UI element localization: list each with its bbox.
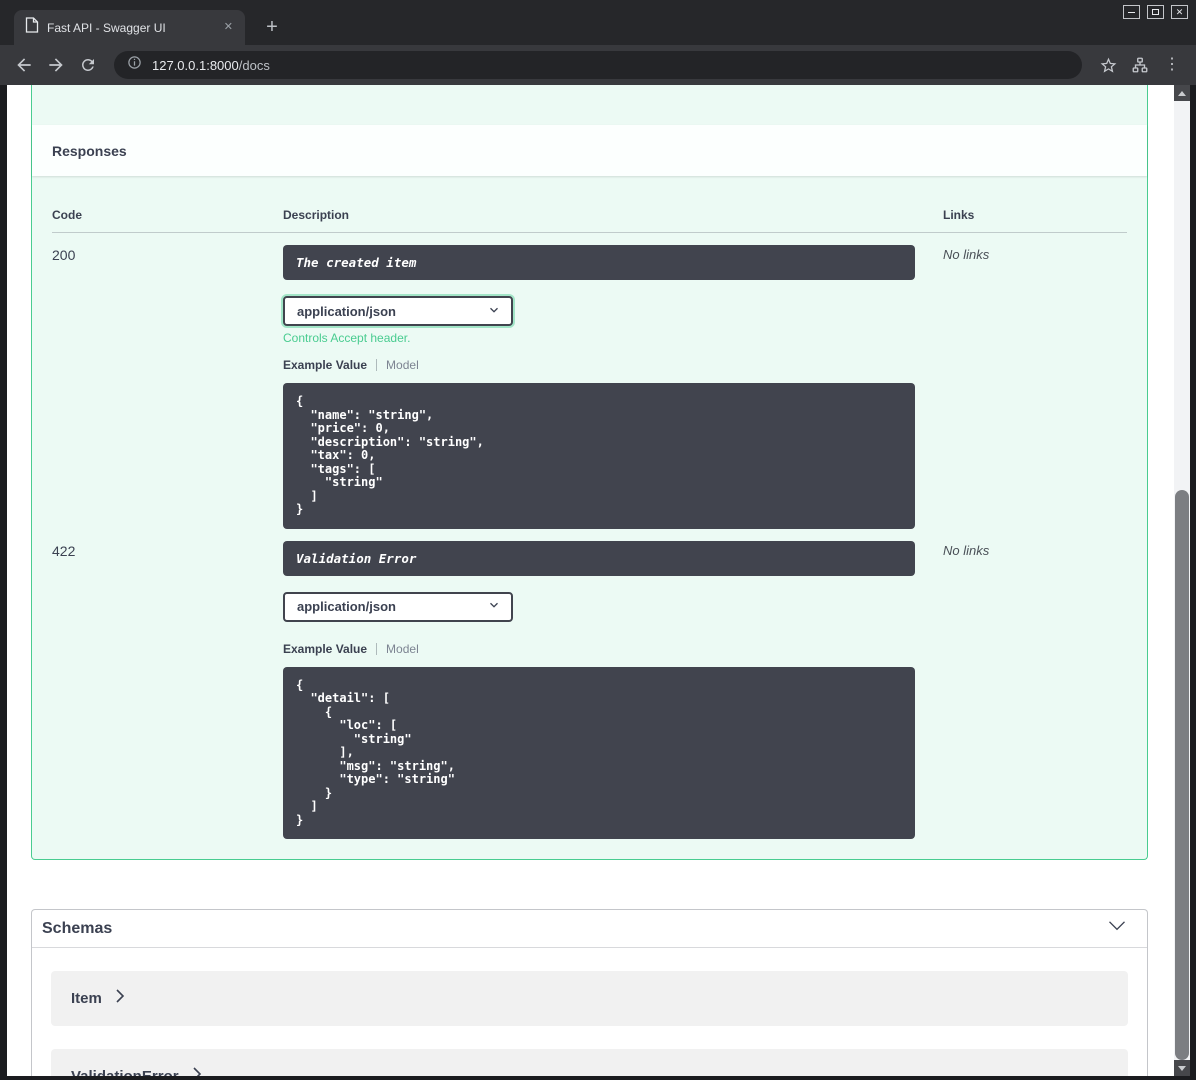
response-row-422: 422 Validation Error application/json Ex… [52,529,1127,839]
url-path: /docs [238,57,270,73]
swagger-page: Responses Code Description Links 200 The… [7,85,1174,1076]
response-description-box: Validation Error [283,540,915,576]
url-text: 127.0.0.1:8000/docs [152,58,270,73]
tab-title: Fast API - Swagger UI [47,20,166,35]
schemas-model-list: Item ValidationError [32,948,1147,1076]
browser-window: Fast API - Swagger UI ✕ + ✕ 127.0.0.1:80… [0,0,1196,1080]
model-item[interactable]: Item [51,971,1128,1026]
responses-panel: Responses Code Description Links 200 The… [31,85,1148,860]
example-model-tabs: Example Value Model [283,642,943,656]
media-type-select[interactable]: application/json [283,296,513,326]
maximize-icon [1152,9,1159,15]
schemas-title: Schemas [42,919,113,937]
tab-close-icon[interactable]: ✕ [220,20,237,35]
info-icon[interactable] [127,55,142,75]
url-host: 127.0.0.1:8000 [152,57,239,73]
response-links: No links [943,247,990,262]
model-name: Item [71,990,102,1007]
chevron-right-icon [192,1067,202,1076]
sitemap-icon[interactable] [1126,51,1154,79]
forward-button[interactable] [42,51,70,79]
opblock-spacer [32,85,1147,125]
column-header-links: Links [943,208,975,222]
response-code: 200 [52,247,76,263]
minimize-button[interactable] [1123,5,1140,19]
document-icon [25,17,39,38]
chevron-down-icon [487,303,501,320]
example-value-tab[interactable]: Example Value [283,358,367,372]
new-tab-button[interactable]: + [258,13,286,41]
response-description-text: Validation Error [296,550,417,566]
schemas-header[interactable]: Schemas [32,910,1147,948]
example-value-tab[interactable]: Example Value [283,642,367,656]
media-type-select[interactable]: application/json [283,591,513,622]
chevron-down-icon[interactable] [1107,919,1127,938]
tab-divider [376,359,378,371]
bookmark-star-icon[interactable] [1094,51,1122,79]
scroll-up-button[interactable] [1174,85,1190,101]
example-model-tabs: Example Value Model [283,358,943,372]
back-button[interactable] [10,51,38,79]
titlebar: Fast API - Swagger UI ✕ + ✕ [0,0,1196,45]
browser-tab[interactable]: Fast API - Swagger UI ✕ [14,10,245,45]
responses-title: Responses [52,142,127,159]
scroll-up-icon [1178,90,1186,96]
page-viewport: Responses Code Description Links 200 The… [7,85,1190,1076]
model-validationerror[interactable]: ValidationError [51,1049,1128,1076]
example-json-block: { "name": "string", "price": 0, "descrip… [283,383,915,529]
response-links: No links [943,542,990,558]
minimize-icon [1128,11,1135,13]
scrollbar[interactable] [1174,85,1190,1076]
responses-section-header: Responses [32,125,1147,176]
scroll-down-button[interactable] [1174,1060,1190,1076]
model-tab[interactable]: Model [386,358,419,372]
response-description-cell: Validation Error application/json Exampl… [283,540,943,839]
scroll-down-icon [1178,1065,1186,1071]
responses-table-header: Code Description Links [52,176,1127,233]
responses-table: Code Description Links 200 The created i… [32,176,1147,859]
schemas-panel: Schemas Item ValidationError [31,909,1148,1076]
controls-accept-note: Controls Accept header. [283,331,411,345]
url-bar[interactable]: 127.0.0.1:8000/docs [114,51,1082,79]
navigation-toolbar: 127.0.0.1:8000/docs ⋮ [0,45,1196,85]
menu-icon[interactable]: ⋮ [1158,51,1186,79]
model-tab[interactable]: Model [386,642,419,656]
example-json-block: { "detail": [ { "loc": [ "string" ], "ms… [283,666,915,839]
scrollbar-thumb[interactable] [1175,490,1189,1060]
model-name: ValidationError [71,1068,179,1076]
media-type-value: application/json [297,599,396,614]
response-description-cell: The created item application/json Contro… [283,245,943,529]
column-header-code: Code [52,208,82,222]
reload-button[interactable] [74,51,102,79]
maximize-button[interactable] [1147,5,1164,19]
close-icon: ✕ [1175,6,1184,17]
media-type-value: application/json [297,303,396,319]
response-description-text: The created item [296,255,417,270]
response-description-box: The created item [283,245,915,280]
close-button[interactable]: ✕ [1171,5,1188,19]
chevron-down-icon [487,598,501,615]
chevron-right-icon [115,989,125,1008]
column-header-description: Description [283,208,350,222]
response-code: 422 [52,542,76,559]
tab-divider [376,642,378,655]
window-controls: ✕ [1123,5,1188,19]
response-row-200: 200 The created item application/json Co… [52,233,1127,529]
